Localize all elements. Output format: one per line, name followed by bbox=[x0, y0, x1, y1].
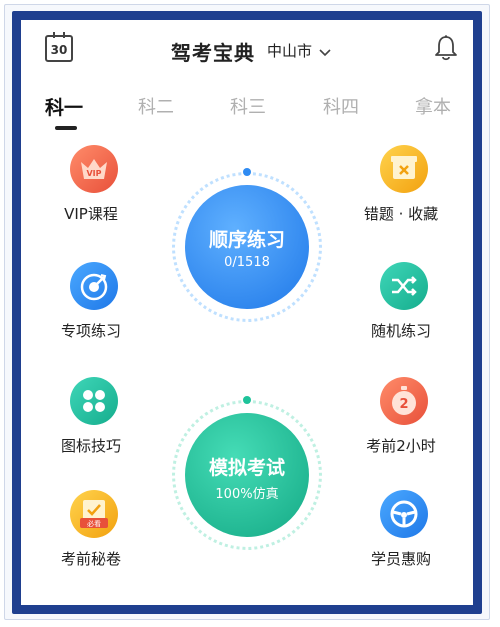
tab-ke1[interactable]: 科一 bbox=[45, 93, 83, 120]
exam-subtitle: 100%仿真 bbox=[215, 487, 279, 502]
exam-circle: 模拟考试 100%仿真 bbox=[185, 413, 309, 537]
vip-badge-text: VIP bbox=[86, 169, 101, 178]
practice-ring-dot bbox=[243, 168, 251, 176]
target-icon bbox=[70, 262, 118, 310]
must-see-badge: 必看 bbox=[87, 519, 101, 528]
city-label: 中山市 bbox=[267, 42, 313, 60]
two-hours-before-exam-label: 考前2小时 bbox=[366, 437, 436, 455]
calendar-icon[interactable]: 30 bbox=[45, 32, 73, 62]
exam-title: 模拟考试 bbox=[208, 457, 285, 479]
mock-exam-button[interactable]: 模拟考试 100%仿真 bbox=[172, 396, 322, 550]
wrong-questions-label: 错题 · 收藏 bbox=[363, 205, 439, 223]
special-practice-label: 专项练习 bbox=[60, 322, 121, 340]
tab-naben[interactable]: 拿本 bbox=[415, 93, 451, 119]
icon-tips-label: 图标技巧 bbox=[60, 437, 121, 455]
shuffle-icon bbox=[380, 262, 428, 310]
subject-tabs: 科一 科二 科三 科四 拿本 bbox=[21, 85, 473, 135]
vip-course-button[interactable]: VIP VIP课程 bbox=[36, 145, 146, 235]
sequential-practice-button[interactable]: 顺序练习 0/1518 bbox=[172, 168, 322, 322]
exam-ring-dot bbox=[243, 396, 251, 404]
exam-secret-paper-button[interactable]: 必看 考前秘卷 bbox=[36, 490, 146, 580]
grid-dots-icon bbox=[70, 377, 118, 425]
student-discount-label: 学员惠购 bbox=[370, 550, 431, 568]
practice-title: 顺序练习 bbox=[208, 229, 285, 251]
calendar-day: 30 bbox=[50, 43, 68, 57]
practice-progress: 0/1518 bbox=[224, 255, 270, 270]
tab-ke2[interactable]: 科二 bbox=[138, 93, 174, 119]
random-practice-button[interactable]: 随机练习 bbox=[346, 262, 456, 352]
clock-icon: 2 bbox=[380, 377, 428, 425]
tab-ke3[interactable]: 科三 bbox=[230, 93, 266, 119]
tab-ke4[interactable]: 科四 bbox=[323, 93, 359, 119]
city-selector[interactable]: 中山市 bbox=[267, 40, 331, 61]
secret-paper-icon: 必看 bbox=[70, 490, 118, 538]
vip-crown-icon: VIP bbox=[70, 145, 118, 193]
app-title: 驾考宝典 bbox=[171, 41, 255, 65]
student-discount-button[interactable]: 学员惠购 bbox=[346, 490, 456, 580]
two-hours-before-exam-button[interactable]: 2 考前2小时 bbox=[346, 377, 456, 467]
special-practice-button[interactable]: 专项练习 bbox=[36, 262, 146, 352]
random-practice-label: 随机练习 bbox=[370, 322, 431, 340]
two-hours-badge: 2 bbox=[399, 397, 408, 412]
wrong-questions-favorites-button[interactable]: 错题 · 收藏 bbox=[346, 145, 456, 235]
active-tab-indicator bbox=[55, 126, 77, 130]
wrong-questions-icon bbox=[380, 145, 428, 193]
bell-icon[interactable] bbox=[433, 34, 459, 62]
app-screen: 30 驾考宝典 中山市 科一 科二 科三 科四 拿本 VIP VIP课程 专项练… bbox=[21, 20, 473, 605]
icon-tips-button[interactable]: 图标技巧 bbox=[36, 377, 146, 467]
top-bar: 30 驾考宝典 中山市 bbox=[21, 20, 473, 80]
exam-secret-paper-label: 考前秘卷 bbox=[60, 550, 121, 568]
steering-wheel-icon bbox=[380, 490, 428, 538]
practice-circle: 顺序练习 0/1518 bbox=[185, 185, 309, 309]
vip-course-label: VIP课程 bbox=[64, 205, 118, 223]
chevron-down-icon bbox=[319, 48, 331, 56]
